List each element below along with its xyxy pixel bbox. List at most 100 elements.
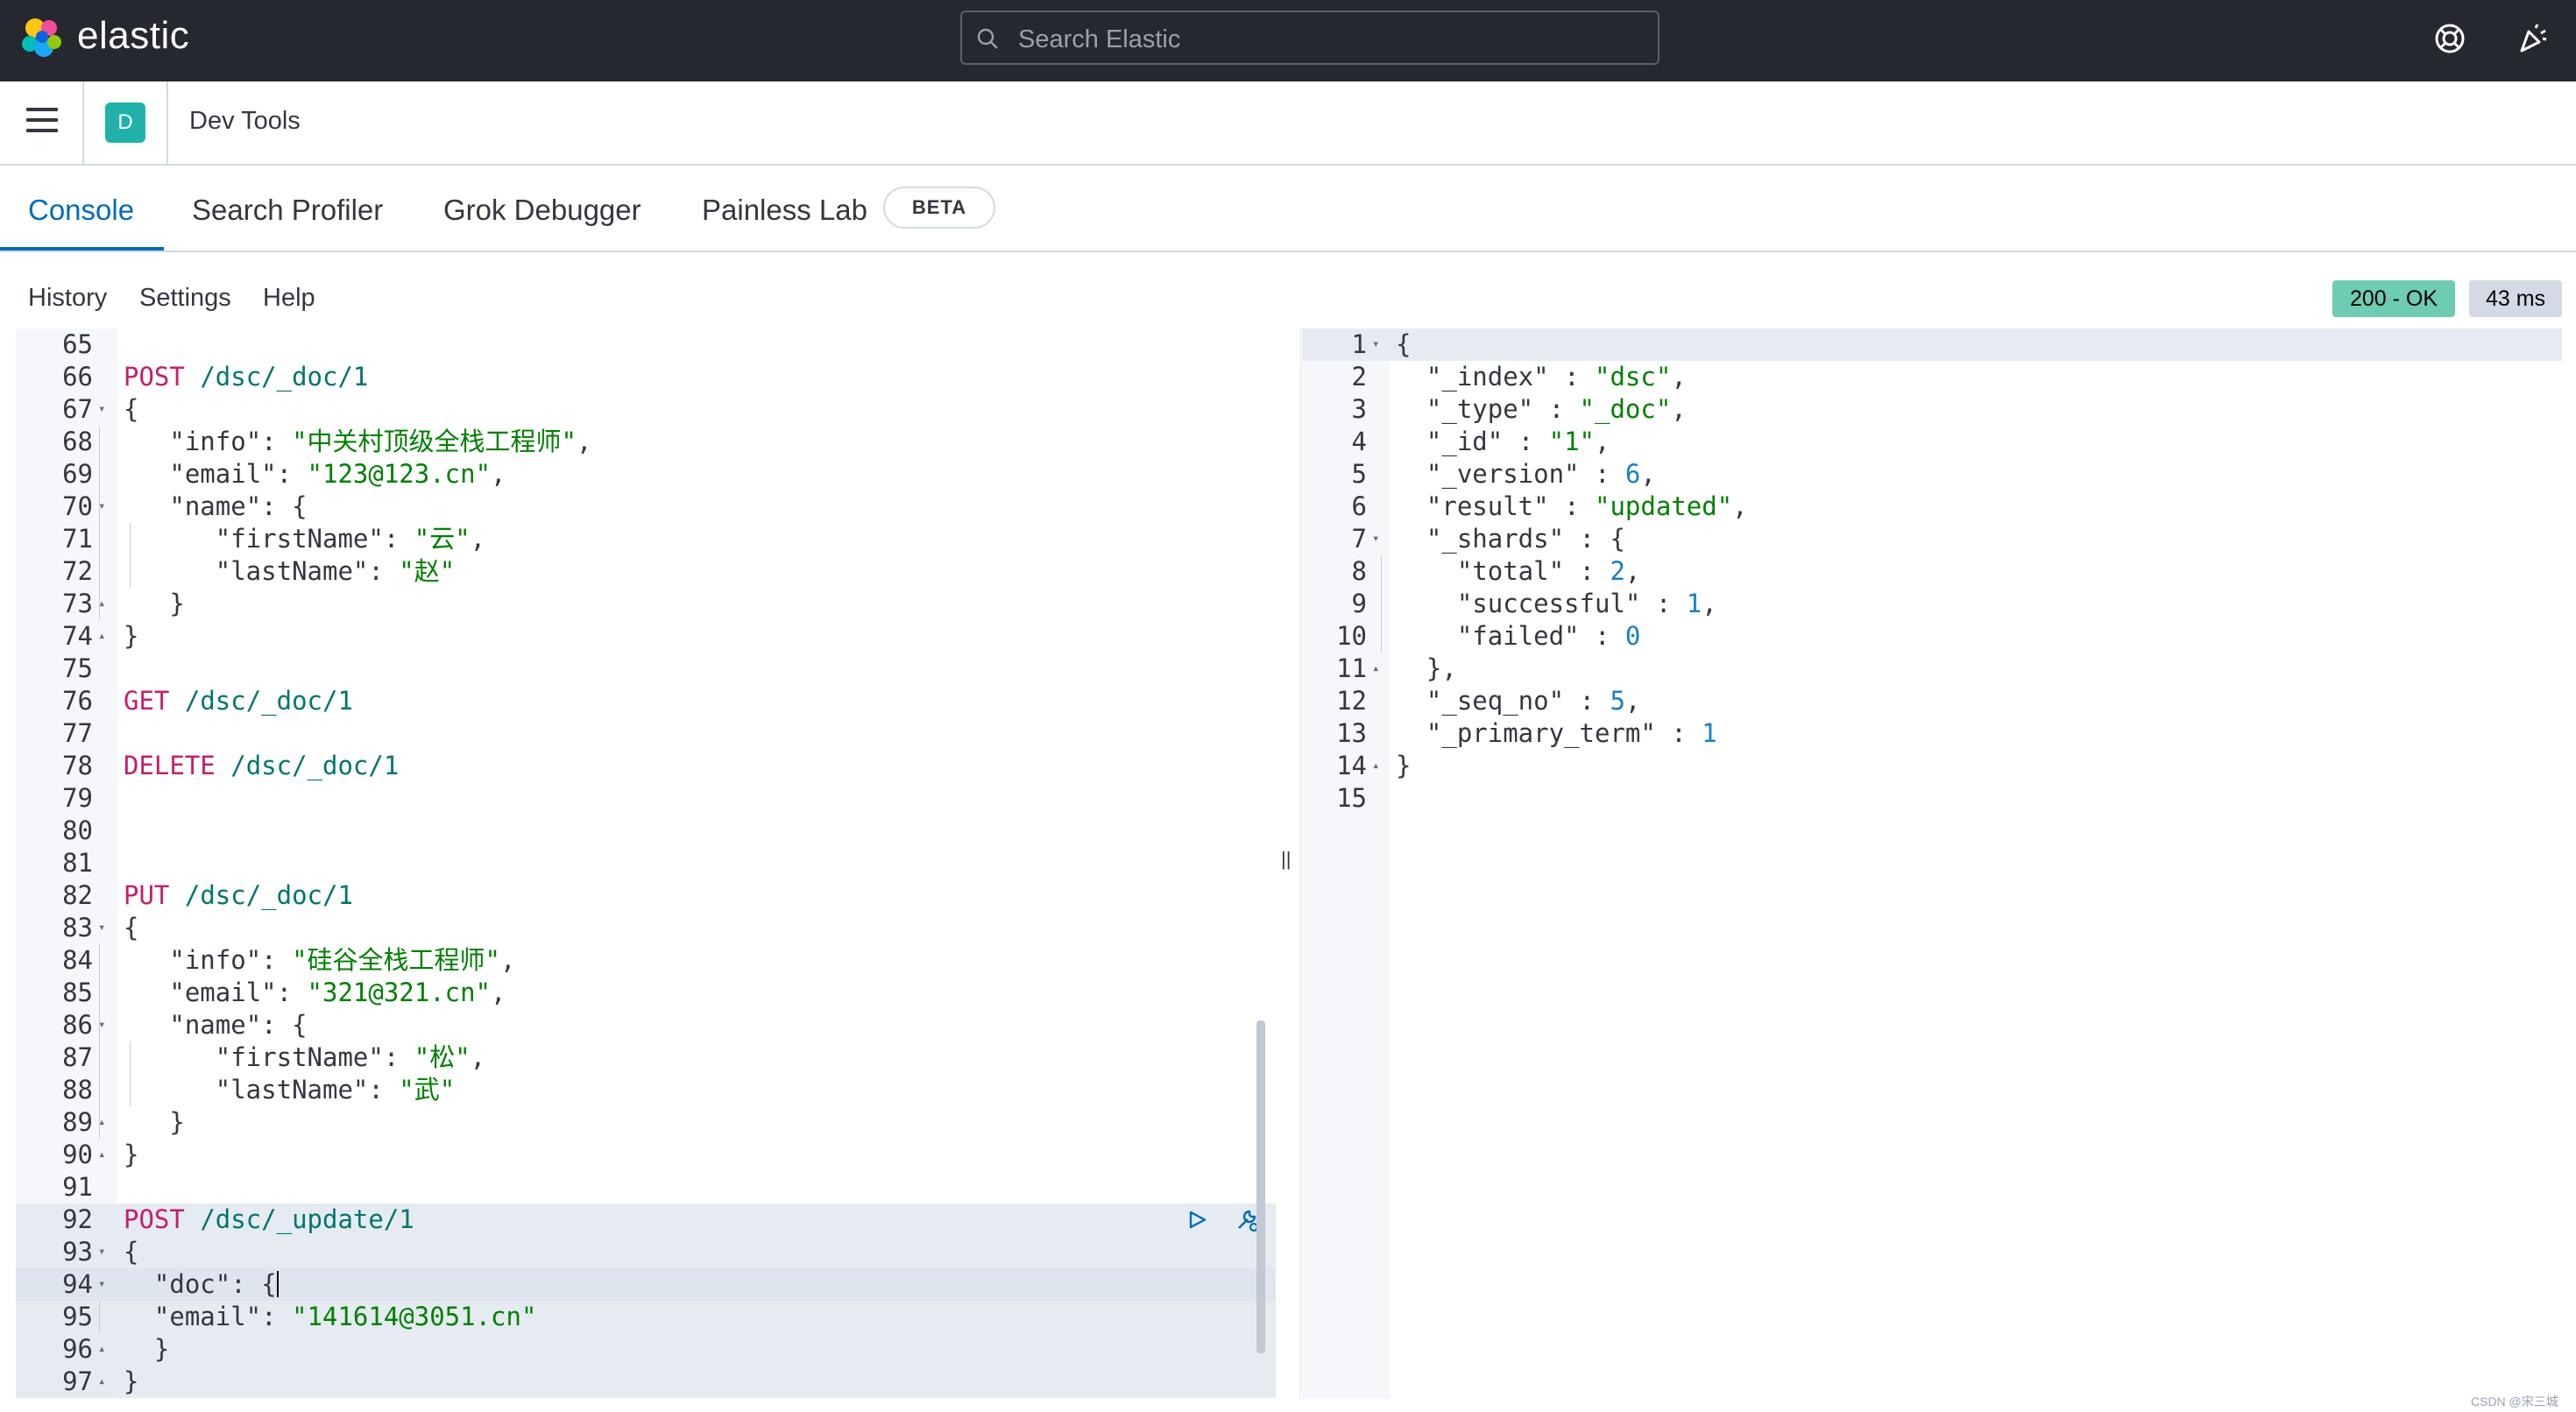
code-line[interactable]: 73 ▴ } (16, 588, 1276, 620)
help-lifebuoy-icon[interactable] (2432, 21, 2467, 56)
code-line[interactable]: 11 ▴ }, (1302, 653, 2562, 685)
code-token: : (1503, 427, 1549, 456)
code-line[interactable]: 86 ▾ "name": { (16, 1009, 1276, 1041)
history-link[interactable]: History (28, 284, 107, 313)
fold-toggle-icon[interactable]: ▾ (98, 1236, 105, 1268)
line-number: 15 (1336, 783, 1367, 813)
code-line[interactable]: 92 POST /dsc/_update/1 (16, 1204, 1276, 1236)
code-line[interactable]: 83 ▾ { (16, 912, 1276, 944)
code-line[interactable]: 90 ▴} (16, 1139, 1276, 1171)
code-token: "321@321.cn" (307, 978, 492, 1007)
code-line[interactable]: 68 "info": "中关村顶级全栈工程师", (16, 426, 1276, 458)
code-line[interactable]: 4 "_id" : "1", (1302, 426, 2562, 458)
fold-toggle-icon[interactable]: ▴ (1372, 750, 1379, 782)
global-search[interactable] (960, 11, 1660, 65)
code-line[interactable]: 69 "email": "123@123.cn", (16, 458, 1276, 491)
line-number: 92 (62, 1204, 93, 1234)
code-line[interactable]: 1 ▾ { (1302, 328, 2562, 361)
code-line[interactable]: 9 "successful" : 1, (1302, 588, 2562, 620)
tab-console[interactable]: Console (28, 194, 134, 227)
code-line[interactable]: 87 "firstName": "松", (16, 1041, 1276, 1074)
news-feed-icon[interactable] (2515, 21, 2550, 56)
code-line[interactable]: 91 (16, 1171, 1276, 1204)
code-line[interactable]: 74 ▴} (16, 620, 1276, 653)
menu-toggle-button[interactable] (26, 108, 58, 136)
code-line[interactable]: 65 (16, 328, 1276, 361)
code-line[interactable]: 7 ▾ "_shards" : { (1302, 523, 2562, 555)
fold-toggle-icon[interactable]: ▾ (98, 393, 105, 426)
code-line[interactable]: 88 "lastName": "武" (16, 1074, 1276, 1106)
line-number: 6 (1351, 491, 1367, 521)
fold-toggle-icon[interactable]: ▾ (1372, 328, 1379, 361)
editor-scrollbar[interactable] (1256, 1020, 1265, 1353)
code-line[interactable]: 81 (16, 847, 1276, 879)
panel-resize-handle[interactable]: || (1281, 848, 1295, 883)
code-line[interactable]: 8 "total" : 2, (1302, 555, 2562, 588)
code-line[interactable]: 96 ▴ } (16, 1333, 1276, 1366)
code-token: , (491, 978, 506, 1007)
space-avatar[interactable]: D (105, 102, 145, 143)
code-line[interactable]: 3 "_type" : "_doc", (1302, 393, 2562, 426)
code-line[interactable]: 72 "lastName": "赵" (16, 555, 1276, 588)
code-line[interactable]: 94 ▾ "doc": { (16, 1268, 1276, 1301)
code-line[interactable]: 15 (1302, 782, 2562, 815)
fold-toggle-icon[interactable]: ▾ (1372, 523, 1379, 555)
code-line[interactable]: 76 GET /dsc/_doc/1 (16, 685, 1276, 717)
tab-grok-debugger[interactable]: Grok Debugger (443, 194, 641, 227)
code-line[interactable]: 66 POST /dsc/_doc/1 (16, 361, 1276, 393)
code-line[interactable]: 14 ▴} (1302, 750, 2562, 782)
code-line[interactable]: 82 PUT /dsc/_doc/1 (16, 879, 1276, 912)
fold-toggle-icon[interactable]: ▴ (1372, 653, 1379, 685)
fold-toggle-icon[interactable]: ▴ (98, 620, 105, 653)
request-editor[interactable]: 65 66 POST /dsc/_doc/1 67 ▾{68 "info": "中关村顶… (16, 328, 1276, 1399)
menu-icon-line (26, 118, 58, 122)
code-line[interactable]: 79 (16, 782, 1276, 815)
search-input[interactable] (1016, 19, 1633, 60)
code-token: }, (1396, 653, 1457, 683)
fold-toggle-icon[interactable]: ▾ (98, 912, 105, 944)
code-line[interactable]: 95 "email": "141614@3051.cn" (16, 1301, 1276, 1333)
code-line[interactable]: 89 ▴ } (16, 1106, 1276, 1139)
code-line[interactable]: 6 "result" : "updated", (1302, 491, 2562, 523)
code-line[interactable]: 97 ▴} (16, 1366, 1276, 1398)
settings-link[interactable]: Settings (139, 284, 231, 313)
code-token: } (169, 589, 185, 618)
code-line[interactable]: 70 ▾ "name": { (16, 491, 1276, 523)
code-token: "firstName" (215, 1042, 384, 1072)
code-line[interactable]: 13 "_primary_term" : 1 (1302, 717, 2562, 750)
logo-text[interactable]: elastic (77, 14, 189, 58)
tab-search-profiler[interactable]: Search Profiler (192, 194, 383, 227)
code-line[interactable]: 93 ▾ { (16, 1236, 1276, 1268)
fold-toggle-icon[interactable]: ▴ (98, 1139, 105, 1171)
code-line[interactable]: 2 "_index" : "dsc", (1302, 361, 2562, 393)
line-number: 66 (62, 362, 93, 392)
code-line[interactable]: 71 "firstName": "云", (16, 523, 1276, 555)
code-text: "info": "硅谷全栈工程师", (124, 944, 515, 977)
code-line[interactable]: 78 DELETE /dsc/_doc/1 (16, 750, 1276, 782)
code-line[interactable]: 12 "_seq_no" : 5, (1302, 685, 2562, 717)
fold-toggle-icon[interactable]: ▴ (98, 1366, 105, 1398)
code-token: 1 (1686, 589, 1702, 618)
play-icon[interactable] (1186, 1204, 1209, 1236)
code-line[interactable]: 75 (16, 653, 1276, 685)
elastic-logo-icon[interactable] (19, 16, 65, 61)
code-line[interactable]: 67 ▾ { (16, 393, 1276, 426)
code-line[interactable]: 84 "info": "硅谷全栈工程师", (16, 944, 1276, 977)
code-line[interactable]: 80 (16, 815, 1276, 847)
code-line[interactable]: 5 "_version" : 6, (1302, 458, 2562, 491)
tab-painless-lab[interactable]: Painless Lab (702, 194, 867, 227)
indent-guide (1381, 555, 1382, 588)
response-editor[interactable]: 1 ▾{2 "_index" : "dsc", 3 "_type" : "_doc"… (1302, 328, 2562, 1399)
line-number: 68 (62, 427, 93, 456)
help-link[interactable]: Help (263, 284, 315, 313)
fold-toggle-icon[interactable]: ▴ (98, 1333, 105, 1366)
code-line[interactable]: 85 "email": "321@321.cn", (16, 977, 1276, 1009)
fold-toggle-icon[interactable]: ▾ (98, 1268, 105, 1301)
code-line[interactable]: 10 "failed" : 0 (1302, 620, 2562, 653)
code-line[interactable]: 77 (16, 717, 1276, 750)
